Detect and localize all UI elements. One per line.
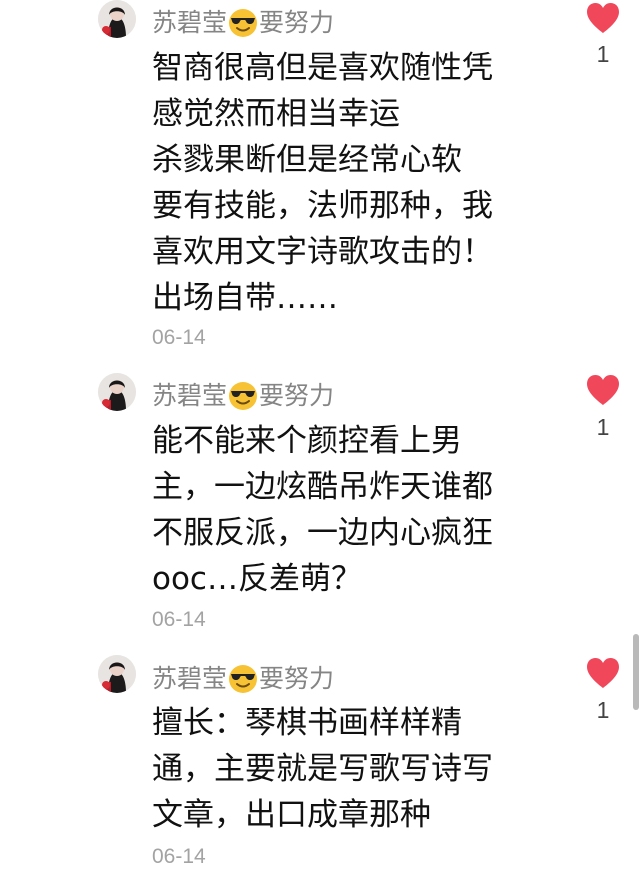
comment-username[interactable]: 苏碧莹 要努力 <box>152 6 334 40</box>
comment-text-line: 文章，出口成章那种 <box>152 797 431 833</box>
comment-date: 06-14 <box>152 845 206 868</box>
comment-text-line: 通，主要就是写歌写诗写 <box>152 751 493 787</box>
comment-text-line: 要有技能，法师那种，我 <box>152 188 493 224</box>
comment-text-line: ooc…反差萌？ <box>152 561 362 597</box>
smiling-face-with-sunglasses-icon <box>228 664 258 694</box>
comment-username[interactable]: 苏碧莹 要努力 <box>152 662 334 696</box>
comment-text: 能不能来个颜控看上男 主，一边炫酷吊炸天谁都 不服反派，一边内心疯狂 ooc…反… <box>152 418 532 602</box>
like-button[interactable] <box>585 2 621 34</box>
username-prefix: 苏碧莹 <box>152 8 228 37</box>
avatar[interactable] <box>98 655 136 693</box>
comment-text: 智商很高但是喜欢随性凭 感觉然而相当幸运 杀戮果断但是经常心软 要有技能，法师那… <box>152 45 532 321</box>
scrollbar[interactable] <box>633 634 639 710</box>
comment-username[interactable]: 苏碧莹 要努力 <box>152 379 334 413</box>
avatar[interactable] <box>98 0 136 38</box>
like-count: 1 <box>596 414 610 440</box>
heart-icon <box>587 3 619 33</box>
like-button[interactable] <box>585 374 621 406</box>
like-count: 1 <box>596 697 610 723</box>
heart-icon <box>587 658 619 688</box>
smiling-face-with-sunglasses-icon <box>228 381 258 411</box>
comment-text-line: 不服反派，一边内心疯狂 <box>152 515 493 551</box>
smiling-face-with-sunglasses-icon <box>228 8 258 38</box>
comment-text-line: 喜欢用文字诗歌攻击的！ <box>152 234 493 270</box>
username-prefix: 苏碧莹 <box>152 664 228 693</box>
heart-icon <box>587 375 619 405</box>
comment-date: 06-14 <box>152 326 206 349</box>
username-suffix: 要努力 <box>259 664 335 693</box>
comment-text-line: 杀戮果断但是经常心软 <box>152 142 462 178</box>
comment-text-line: 感觉然而相当幸运 <box>152 96 400 132</box>
like-count: 1 <box>596 41 610 67</box>
username-suffix: 要努力 <box>259 8 335 37</box>
like-button[interactable] <box>585 657 621 689</box>
comment-text: 擅长：琴棋书画样样精 通，主要就是写歌写诗写 文章，出口成章那种 <box>152 700 532 838</box>
username-suffix: 要努力 <box>259 381 335 410</box>
comment-text-line: 擅长：琴棋书画样样精 <box>152 705 462 741</box>
comment-text-line: 主，一边炫酷吊炸天谁都 <box>152 469 493 505</box>
comment-list: 苏碧莹 要努力 智商很高但是喜欢随性凭 感觉然而相当幸运 杀戮果断但是经常心软 … <box>0 0 640 872</box>
username-prefix: 苏碧莹 <box>152 381 228 410</box>
comment-text-line: 智商很高但是喜欢随性凭 <box>152 50 493 86</box>
avatar[interactable] <box>98 373 136 411</box>
comment-date: 06-14 <box>152 608 206 631</box>
comment-text-line: 能不能来个颜控看上男 <box>152 423 462 459</box>
comment-text-line: 出场自带…… <box>152 280 338 316</box>
